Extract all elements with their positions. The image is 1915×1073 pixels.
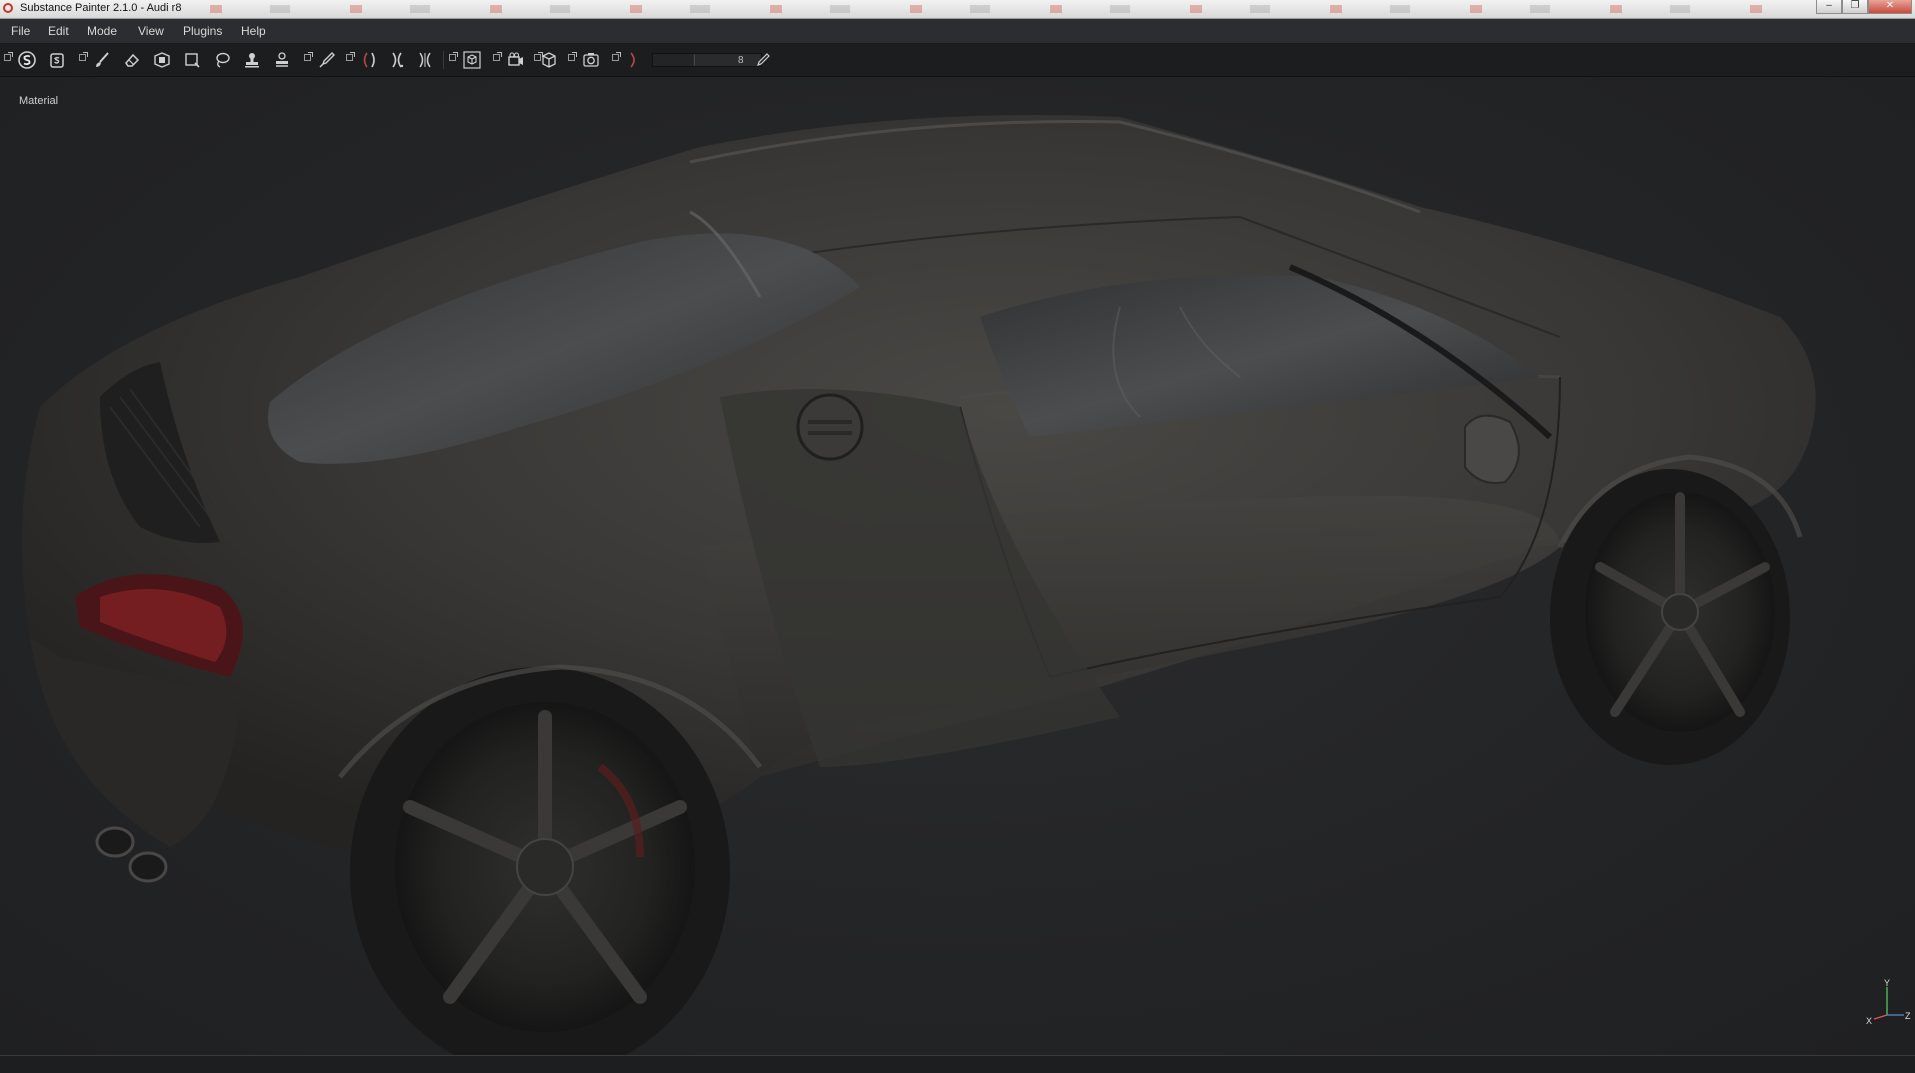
tool-options-icon[interactable] xyxy=(493,52,502,61)
symmetry-left-icon[interactable] xyxy=(358,50,380,70)
brush-size-slider-marker xyxy=(694,54,695,66)
menu-file[interactable]: File xyxy=(11,24,30,38)
tool-options-icon[interactable] xyxy=(568,52,577,61)
tool-options-icon[interactable] xyxy=(4,52,13,61)
pencil-edit-icon[interactable] xyxy=(756,53,770,67)
color-picker-icon[interactable] xyxy=(316,50,338,70)
smudge-icon[interactable] xyxy=(271,50,293,70)
toolbar-separator xyxy=(443,51,444,69)
window-title: Substance Painter 2.1.0 - Audi r8 xyxy=(20,2,182,14)
tool-options-icon[interactable] xyxy=(346,52,355,61)
menu-help[interactable]: Help xyxy=(241,24,266,38)
camera-icon[interactable] xyxy=(505,50,527,70)
axis-y-label: Y xyxy=(1884,978,1890,988)
eraser-icon[interactable] xyxy=(121,50,143,70)
exhaust-right xyxy=(128,851,168,883)
front-wheel xyxy=(1550,469,1790,765)
menu-plugins[interactable]: Plugins xyxy=(183,24,222,38)
menu-mode[interactable]: Mode xyxy=(87,24,117,38)
menu-edit[interactable]: Edit xyxy=(48,24,69,38)
axis-z-label: Z xyxy=(1905,1011,1911,1021)
close-button[interactable]: ✕ xyxy=(1868,0,1912,14)
smart-material-icon[interactable] xyxy=(46,50,68,70)
paint-brush-icon[interactable] xyxy=(91,50,113,70)
brush-size-slider-fill xyxy=(653,54,693,66)
tool-options-icon[interactable] xyxy=(449,52,458,61)
tool-options-icon[interactable] xyxy=(304,52,313,61)
fuel-cap xyxy=(796,393,864,461)
polygon-fill-icon[interactable] xyxy=(181,50,203,70)
menu-view[interactable]: View xyxy=(138,24,164,38)
title-bar-decoration xyxy=(210,5,1810,13)
symmetry-mirror-icon[interactable] xyxy=(414,50,436,70)
brush-size-value[interactable]: 8 xyxy=(738,55,744,66)
title-bar: Substance Painter 2.1.0 - Audi r8 – ❐ ✕ xyxy=(0,0,1915,19)
toolbar: 8 xyxy=(0,44,1915,77)
tool-options-icon[interactable] xyxy=(612,52,621,61)
clone-stamp-icon[interactable] xyxy=(241,50,263,70)
car-body xyxy=(22,115,1816,855)
projection-icon[interactable] xyxy=(151,50,173,70)
substance-logo-icon[interactable] xyxy=(16,50,38,70)
substance-painter-window: Substance Painter 2.1.0 - Audi r8 – ❐ ✕ … xyxy=(0,0,1915,1073)
lasso-icon[interactable] xyxy=(211,50,233,70)
brush-size-slider[interactable] xyxy=(652,53,762,67)
app-icon xyxy=(3,3,13,13)
maximize-button[interactable]: ❐ xyxy=(1842,0,1868,14)
tool-options-icon[interactable] xyxy=(79,52,88,61)
exhaust-left xyxy=(95,826,135,858)
car-3d-model[interactable] xyxy=(0,77,1915,1055)
viewport-mode-label: Material xyxy=(19,95,59,107)
minimize-button[interactable]: – xyxy=(1816,0,1842,14)
3d-view-icon[interactable] xyxy=(461,50,483,70)
2d-3d-cube-icon[interactable] xyxy=(538,50,560,70)
3d-viewport[interactable]: Material Y X Z xyxy=(0,77,1915,1055)
side-mirror xyxy=(1464,414,1520,484)
screenshot-icon[interactable] xyxy=(580,50,602,70)
axis-x-label: X xyxy=(1866,1016,1872,1026)
bracket-icon[interactable] xyxy=(624,50,646,70)
axis-gizmo: Y X Z xyxy=(1866,978,1911,1026)
menu-bar: File Edit Mode View Plugins Help xyxy=(0,19,1915,44)
symmetry-right-icon[interactable] xyxy=(386,50,408,70)
bottom-status-bar xyxy=(0,1055,1915,1073)
